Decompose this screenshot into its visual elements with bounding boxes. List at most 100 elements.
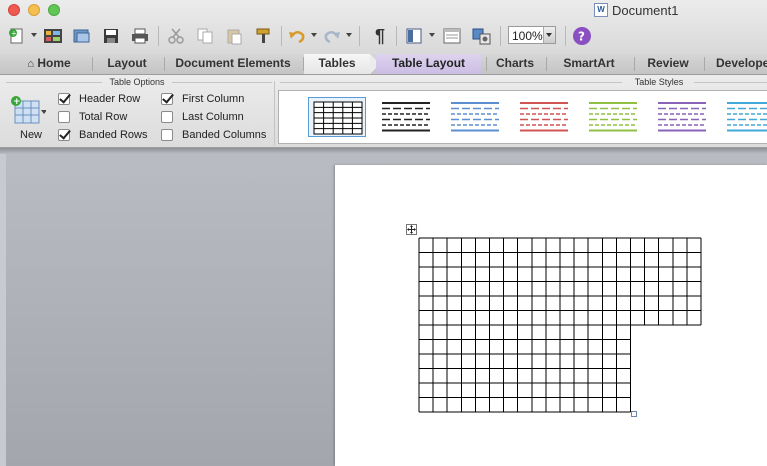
templates-icon: [44, 29, 62, 43]
cut-icon: [168, 28, 184, 44]
group-divider-line: [6, 82, 102, 83]
show-paragraph-icon: ¶: [374, 25, 385, 46]
document-table[interactable]: [417, 237, 703, 415]
ribbon-tabs: ⌂ Home Layout Document Elements Tables T…: [0, 54, 767, 75]
last-column-option[interactable]: Last Column: [161, 110, 244, 124]
tab-smartart[interactable]: SmartArt: [548, 54, 630, 74]
sidebar-dropdown[interactable]: [429, 33, 435, 37]
help-icon: ?: [573, 27, 591, 45]
tab-developer[interactable]: Develope: [706, 54, 767, 74]
tab-table-layout[interactable]: Table Layout: [376, 54, 481, 74]
table-options-group-title: Table Options: [109, 77, 165, 87]
save-button[interactable]: [99, 24, 123, 48]
canvas-top-shadow: [0, 148, 767, 154]
tab-home[interactable]: ⌂ Home: [14, 54, 84, 74]
table-style-banded-black[interactable]: [377, 97, 435, 137]
table-style-banded-blue[interactable]: [446, 97, 504, 137]
format-painter-button[interactable]: [251, 24, 275, 48]
paste-icon: [227, 29, 242, 45]
gallery-icon: [443, 28, 461, 44]
save-icon: [104, 29, 118, 43]
new-document-dropdown[interactable]: [31, 33, 37, 37]
home-icon: ⌂: [27, 58, 34, 70]
redo-dropdown[interactable]: [346, 33, 352, 37]
new-document-icon: +: [9, 28, 23, 44]
table-style-banded-green[interactable]: [584, 97, 642, 137]
close-window-button[interactable]: [8, 4, 20, 16]
move-arrows-icon: [407, 225, 416, 234]
redo-button[interactable]: [320, 24, 344, 48]
minimize-window-button[interactable]: [28, 4, 40, 16]
print-button[interactable]: [128, 24, 152, 48]
cut-button[interactable]: [164, 24, 188, 48]
banded-rows-option[interactable]: Banded Rows: [58, 128, 148, 142]
first-column-option[interactable]: First Column: [161, 92, 244, 106]
toolbar-separator: [500, 26, 501, 46]
open-icon: [73, 29, 90, 43]
table-style-banded-cyan[interactable]: [722, 97, 767, 137]
table-style-banded-purple[interactable]: [653, 97, 711, 137]
table-style-grid-black[interactable]: [308, 97, 366, 137]
undo-button[interactable]: [285, 24, 309, 48]
table-styles-group-title: Table Styles: [634, 77, 684, 87]
word-doc-icon: W: [594, 3, 608, 17]
svg-text:+: +: [13, 97, 21, 107]
header-row-checkbox[interactable]: [58, 93, 70, 105]
format-painter-icon: [256, 28, 270, 43]
tab-layout[interactable]: Layout: [95, 54, 159, 74]
toolbar-separator: [281, 26, 282, 46]
copy-icon: [197, 28, 213, 44]
gallery-button[interactable]: [440, 24, 464, 48]
toolbar-separator: [158, 26, 159, 46]
undo-icon: [289, 31, 305, 44]
tab-charts[interactable]: Charts: [488, 54, 542, 74]
table-move-handle[interactable]: [406, 224, 417, 235]
copy-button[interactable]: [193, 24, 217, 48]
header-row-option[interactable]: Header Row: [58, 92, 140, 106]
show-paragraph-button[interactable]: ¶: [368, 24, 392, 48]
tab-review[interactable]: Review: [636, 54, 700, 74]
media-browser-button[interactable]: [470, 24, 494, 48]
table-resize-handle[interactable]: [631, 411, 637, 417]
tab-tables[interactable]: Tables: [304, 54, 370, 74]
group-divider-line: [694, 82, 767, 83]
toolbar-separator: [396, 26, 397, 46]
zoom-value: 100%: [512, 29, 543, 43]
new-table-label: New: [20, 129, 43, 141]
total-row-option[interactable]: Total Row: [58, 110, 127, 124]
help-button[interactable]: ?: [570, 24, 594, 48]
print-icon: [132, 28, 148, 44]
group-separator: [274, 81, 275, 145]
zoom-select[interactable]: 100%: [508, 26, 556, 44]
svg-text:?: ?: [578, 30, 585, 44]
ribbon-panel: Table Options + New Header Row Total Row…: [0, 75, 767, 148]
banded-columns-option[interactable]: Banded Columns: [161, 128, 266, 142]
banded-rows-checkbox[interactable]: [58, 129, 70, 141]
paste-button[interactable]: [222, 24, 246, 48]
open-button[interactable]: [70, 24, 94, 48]
media-browser-icon: [472, 28, 491, 45]
new-table-button[interactable]: + New: [8, 93, 50, 145]
first-column-checkbox[interactable]: [161, 93, 173, 105]
sidebar-button[interactable]: [402, 24, 426, 48]
window-title: Document1: [612, 3, 679, 18]
redo-icon: [324, 31, 340, 44]
group-divider-line: [280, 82, 622, 83]
total-row-checkbox[interactable]: [58, 111, 70, 123]
new-table-icon: +: [11, 96, 46, 124]
zoom-window-button[interactable]: [48, 4, 60, 16]
svg-text:+: +: [11, 30, 17, 38]
toolbar-separator: [359, 26, 360, 46]
title-toolbar-bar: W Document1 + ¶ 100% ?: [0, 0, 767, 54]
table-style-banded-red[interactable]: [515, 97, 573, 137]
toolbar-separator: [565, 26, 566, 46]
table-styles-gallery: [278, 90, 767, 144]
last-column-checkbox[interactable]: [161, 111, 173, 123]
undo-dropdown[interactable]: [311, 33, 317, 37]
templates-button[interactable]: [41, 24, 65, 48]
zoom-dropdown-button[interactable]: [543, 27, 555, 43]
sidebar-icon: [406, 28, 422, 44]
tab-document-elements[interactable]: Document Elements: [166, 54, 300, 74]
banded-columns-checkbox[interactable]: [161, 129, 173, 141]
new-document-button[interactable]: +: [4, 24, 28, 48]
